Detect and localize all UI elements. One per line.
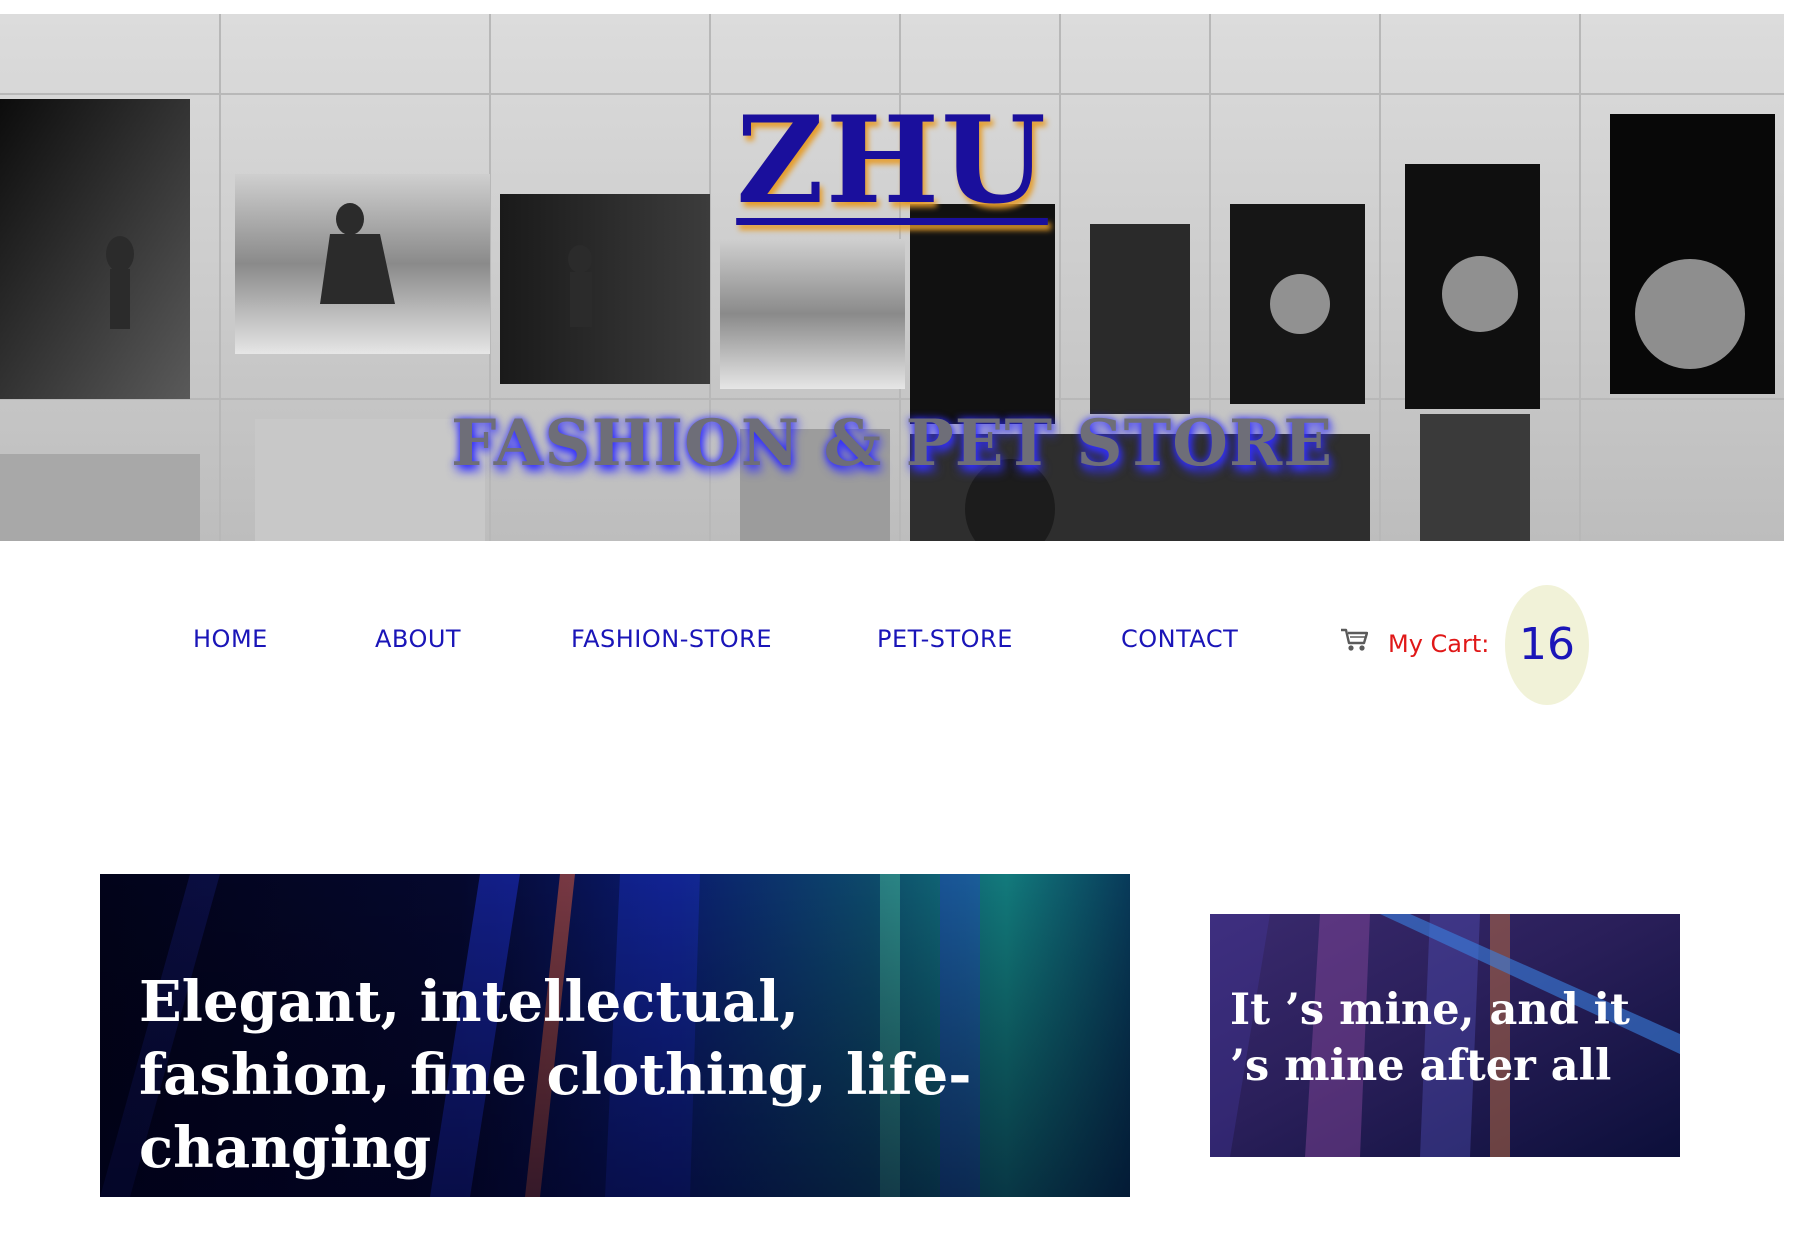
site-title: ZHU (736, 90, 1048, 231)
nav-link-about[interactable]: ABOUT (375, 625, 461, 653)
cart-label[interactable]: My Cart: (1388, 630, 1489, 658)
cart-count-badge[interactable]: 16 (1505, 585, 1589, 705)
main-nav: HOME ABOUT FASHION-STORE PET-STORE CONTA… (0, 585, 1802, 705)
nav-link-home[interactable]: HOME (193, 625, 268, 653)
banner-side-text: It ’s mine, and it ’s mine after all (1230, 985, 1630, 1091)
banner-main-text: Elegant, intellectual, fashion, fine clo… (139, 969, 972, 1181)
nav-link-contact[interactable]: CONTACT (1121, 625, 1238, 653)
nav-link-pet-store[interactable]: PET-STORE (877, 625, 1013, 653)
featured-banner-side[interactable]: It ’s mine, and it ’s mine after all (1210, 914, 1680, 1157)
site-subtitle: FASHION & PET STORE (451, 406, 1333, 481)
nav-link-fashion-store[interactable]: FASHION-STORE (571, 625, 772, 653)
page: ZHU FASHION & PET STORE HOME ABOUT FASHI… (0, 0, 1802, 1238)
hero-banner: ZHU FASHION & PET STORE (0, 14, 1784, 541)
featured-banner-main[interactable]: Elegant, intellectual, fashion, fine clo… (100, 874, 1130, 1197)
shopping-cart-icon[interactable] (1340, 627, 1369, 653)
